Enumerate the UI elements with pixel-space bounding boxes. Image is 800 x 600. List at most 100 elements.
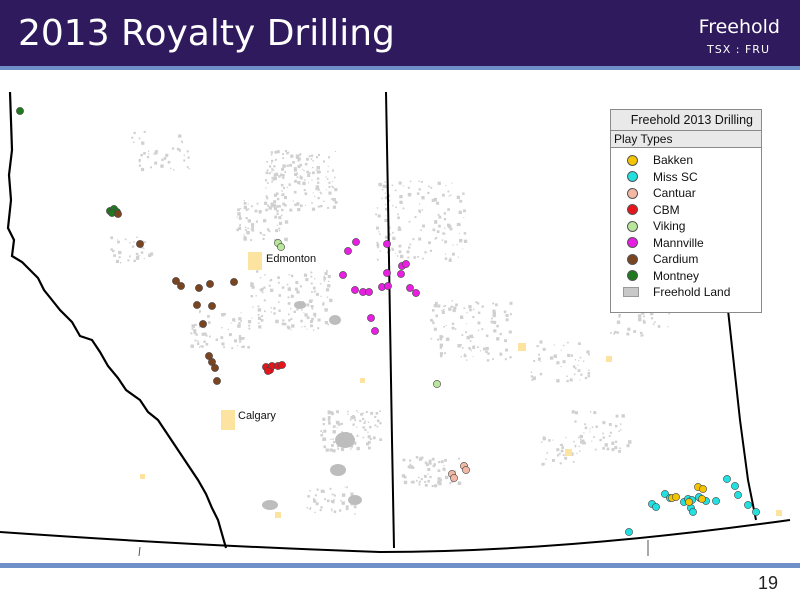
freehold-land-parcel (303, 169, 305, 172)
freehold-land-parcel (399, 200, 403, 204)
freehold-land-parcel (308, 182, 310, 184)
freehold-land-parcel (403, 480, 408, 485)
freehold-land-parcel (239, 340, 242, 343)
freehold-land-parcel (417, 255, 419, 258)
freehold-land-parcel (133, 131, 136, 135)
freehold-land-parcel (135, 256, 140, 260)
freehold-land-parcel (238, 317, 242, 321)
bc-alberta-border (6, 91, 228, 549)
freehold-land-parcel (284, 150, 287, 153)
freehold-land-parcel (604, 443, 608, 447)
freehold-land-parcel (384, 192, 386, 194)
freehold-land-parcel (258, 211, 261, 214)
freehold-land-parcel (378, 182, 382, 187)
freehold-land-parcel (304, 325, 306, 328)
freehold-land-parcel (117, 239, 118, 241)
freehold-land-parcel (578, 445, 580, 448)
well-point-miss-sc (731, 482, 739, 490)
freehold-land-parcel (244, 228, 247, 231)
freehold-land-parcel (370, 411, 374, 415)
freehold-land-parcel (621, 414, 625, 418)
legend-item-label: Mannville (653, 235, 704, 250)
freehold-land-parcel (274, 215, 278, 219)
freehold-land-parcel (335, 420, 340, 425)
freehold-land-parcel (274, 172, 279, 176)
freehold-land-parcel (317, 196, 320, 200)
freehold-land-parcel (587, 374, 590, 378)
freehold-land-parcel (330, 508, 333, 511)
freehold-land-parcel (311, 202, 313, 204)
freehold-land-parcel (437, 304, 441, 308)
freehold-land-parcel (433, 327, 437, 331)
freehold-land-parcel (143, 257, 145, 259)
well-point-mannville (344, 247, 352, 255)
freehold-land-parcel (567, 353, 571, 357)
freehold-land-parcel (578, 360, 580, 362)
well-point-cardium (177, 282, 185, 290)
freehold-land-parcel (316, 166, 320, 170)
freehold-land-parcel (314, 494, 317, 497)
freehold-land-parcel (364, 428, 367, 431)
freehold-land-parcel (110, 236, 114, 240)
freehold-land-parcel (654, 321, 656, 323)
freehold-land-parcel (444, 458, 447, 462)
well-point-cbm (264, 367, 272, 375)
freehold-land-parcel (251, 226, 254, 229)
freehold-land-parcel (407, 186, 410, 189)
freehold-land-parcel (317, 188, 320, 191)
freehold-land-parcel (232, 318, 236, 322)
freehold-land-parcel (239, 207, 242, 210)
freehold-land-parcel (412, 238, 415, 241)
freehold-land-parcel (301, 168, 303, 170)
freehold-land-parcel (207, 315, 210, 318)
freehold-land-parcel (143, 248, 145, 250)
freehold-land-parcel (578, 436, 580, 439)
freehold-land-parcel (401, 474, 405, 478)
freehold-land-parcel (642, 320, 646, 324)
freehold-land-parcel (421, 209, 424, 211)
freehold-land-parcel (443, 218, 447, 221)
freehold-land-parcel (650, 317, 654, 320)
freehold-land-parcel (331, 169, 334, 172)
freehold-land-parcel (314, 511, 316, 514)
freehold-land-parcel (409, 465, 413, 469)
freehold-land-parcel (281, 168, 283, 171)
freehold-land-parcel (454, 328, 457, 330)
freehold-land-parcel (429, 249, 432, 252)
freehold-land-parcel (261, 315, 264, 317)
freehold-land-parcel (304, 179, 306, 181)
freehold-land-parcel (266, 161, 268, 163)
freehold-land-parcel (284, 220, 289, 224)
freehold-land-parcel (420, 180, 423, 183)
freehold-land-parcel (237, 208, 240, 212)
legend-item: Viking (611, 218, 761, 235)
freehold-land-parcel (297, 181, 301, 185)
freehold-land-parcel (542, 437, 546, 441)
freehold-land-parcel (418, 180, 420, 183)
freehold-land-parcel (315, 502, 319, 506)
freehold-land-parcel (263, 219, 267, 223)
freehold-land-parcel (278, 221, 283, 225)
freehold-land-parcel (451, 322, 455, 325)
freehold-land-parcel (160, 164, 164, 168)
legend-item: Cantuar (611, 185, 761, 202)
freehold-land-parcel (188, 168, 190, 170)
freehold-land-parcel (469, 340, 472, 342)
freehold-land-parcel (427, 468, 431, 471)
freehold-land-parcel (311, 317, 314, 321)
freehold-land-parcel (466, 336, 470, 340)
freehold-land-parcel (451, 182, 453, 184)
freehold-land-parcel (618, 430, 620, 433)
freehold-land-parcel (118, 256, 121, 259)
edmonton-city-area (248, 252, 262, 270)
freehold-land-parcel (327, 284, 331, 288)
well-point-mannville (365, 288, 373, 296)
freehold-land-parcel (425, 463, 429, 467)
freehold-land-parcel (288, 274, 290, 276)
freehold-land-parcel (247, 203, 249, 205)
map-legend: Freehold 2013 Drilling Play Types Bakken… (610, 109, 762, 313)
freehold-land-parcel (320, 295, 322, 297)
freehold-land-parcel (608, 423, 612, 426)
freehold-land-parcel (552, 439, 554, 441)
freehold-land-parcel (258, 322, 260, 324)
